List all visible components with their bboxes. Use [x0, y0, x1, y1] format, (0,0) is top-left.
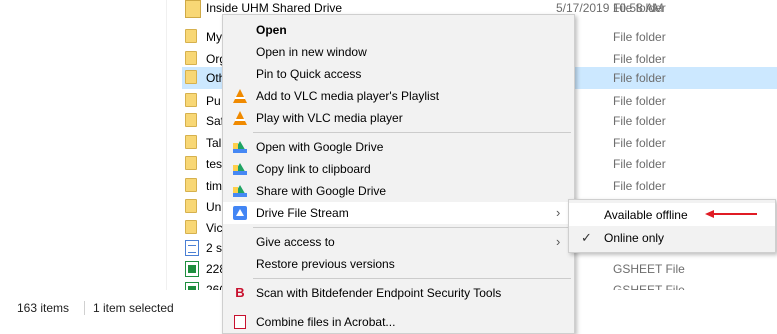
file-type: File folder: [613, 157, 666, 171]
menu-item-vlc-play[interactable]: Play with VLC media player: [223, 107, 574, 129]
folder-icon: [185, 29, 197, 43]
chevron-right-icon: ›: [556, 234, 561, 249]
file-type: File folder: [613, 30, 666, 44]
file-name: 2 s: [206, 241, 223, 255]
folder-icon: [185, 156, 197, 170]
google-drive-icon: [232, 183, 248, 199]
navigation-pane: [0, 0, 167, 290]
vlc-icon: [232, 110, 248, 126]
bitdefender-icon: B: [235, 285, 245, 300]
submenu-item-label: Available offline: [604, 208, 688, 222]
folder-icon: [185, 70, 197, 84]
selection-count: 1 item selected: [93, 301, 174, 315]
folder-icon: [185, 93, 197, 107]
menu-item-label: Combine files in Acrobat...: [256, 315, 396, 329]
file-name: Inside UHM Shared Drive: [206, 1, 343, 15]
menu-separator: [253, 132, 571, 133]
menu-item-label: Give access to: [256, 235, 335, 249]
menu-item-label: Pin to Quick access: [256, 67, 362, 81]
annotation-arrow-icon: [705, 210, 757, 218]
folder-icon: [185, 199, 197, 213]
doc-icon: [185, 240, 199, 256]
status-divider: [84, 301, 85, 315]
submenu-item-label: Online only: [604, 231, 665, 245]
file-name: Vic: [206, 221, 223, 235]
menu-item-copy-link[interactable]: Copy link to clipboard: [223, 158, 574, 180]
checkmark-icon: ✓: [581, 230, 592, 245]
sheet-icon: [185, 261, 199, 277]
menu-item-label: Drive File Stream: [256, 206, 349, 220]
menu-item-label: Play with VLC media player: [256, 111, 403, 125]
menu-item-label: Open: [256, 23, 287, 37]
item-count: 163 items: [17, 301, 70, 315]
menu-item-open[interactable]: Open: [223, 19, 574, 41]
chevron-right-icon: ›: [556, 205, 561, 220]
menu-item-label: Share with Google Drive: [256, 184, 387, 198]
google-drive-icon: [232, 161, 248, 177]
file-type: File folder: [613, 179, 666, 193]
file-name: Tal: [206, 136, 222, 150]
folder-icon: [185, 220, 197, 234]
file-type: File folder: [613, 114, 666, 128]
menu-item-restore-versions[interactable]: Restore previous versions: [223, 253, 574, 275]
file-name: Pu: [206, 94, 221, 108]
folder-icon: [185, 51, 197, 65]
file-name: tes: [206, 157, 223, 171]
google-drive-icon: [232, 139, 248, 155]
drive-file-stream-icon: [232, 205, 248, 221]
file-name: My: [206, 30, 222, 44]
menu-item-label: Restore previous versions: [256, 257, 395, 271]
file-type: GSHEET File: [613, 262, 685, 276]
file-type: File folder: [613, 1, 666, 15]
menu-item-label: Add to VLC media player's Playlist: [256, 89, 440, 103]
user-folder-icon: [185, 0, 201, 18]
folder-icon: [185, 135, 197, 149]
file-type: File folder: [613, 94, 666, 108]
menu-item-combine-acrobat[interactable]: Combine files in Acrobat...: [223, 311, 574, 333]
menu-item-label: Open with Google Drive: [256, 140, 384, 154]
file-type: File folder: [613, 52, 666, 66]
menu-item-share-google-drive[interactable]: Share with Google Drive: [223, 180, 574, 202]
acrobat-icon: [232, 314, 248, 330]
menu-item-open-google-drive[interactable]: Open with Google Drive: [223, 136, 574, 158]
file-name: tim: [206, 179, 222, 193]
menu-item-label: Open in new window: [256, 45, 367, 59]
vlc-icon: [232, 88, 248, 104]
menu-separator: [253, 278, 571, 279]
menu-item-drive-file-stream[interactable]: Drive File Stream ›: [223, 202, 574, 224]
menu-item-vlc-playlist[interactable]: Add to VLC media player's Playlist: [223, 85, 574, 107]
file-name: Un: [206, 200, 222, 214]
menu-separator: [253, 227, 571, 228]
menu-item-label: Scan with Bitdefender Endpoint Security …: [256, 286, 502, 300]
folder-icon: [185, 113, 197, 127]
file-type: File folder: [613, 136, 666, 150]
menu-item-give-access[interactable]: Give access to ›: [223, 231, 574, 253]
drive-file-stream-submenu: Available offline ✓ Online only: [568, 199, 776, 253]
context-menu: Open Open in new window Pin to Quick acc…: [222, 14, 575, 334]
folder-icon: [185, 178, 197, 192]
menu-item-label: Copy link to clipboard: [256, 162, 371, 176]
menu-item-pin-quick-access[interactable]: Pin to Quick access: [223, 63, 574, 85]
menu-item-open-new-window[interactable]: Open in new window: [223, 41, 574, 63]
file-type: File folder: [613, 71, 666, 85]
submenu-item-online-only[interactable]: ✓ Online only: [569, 226, 775, 249]
menu-item-bitdefender-scan[interactable]: B Scan with Bitdefender Endpoint Securit…: [223, 282, 574, 304]
